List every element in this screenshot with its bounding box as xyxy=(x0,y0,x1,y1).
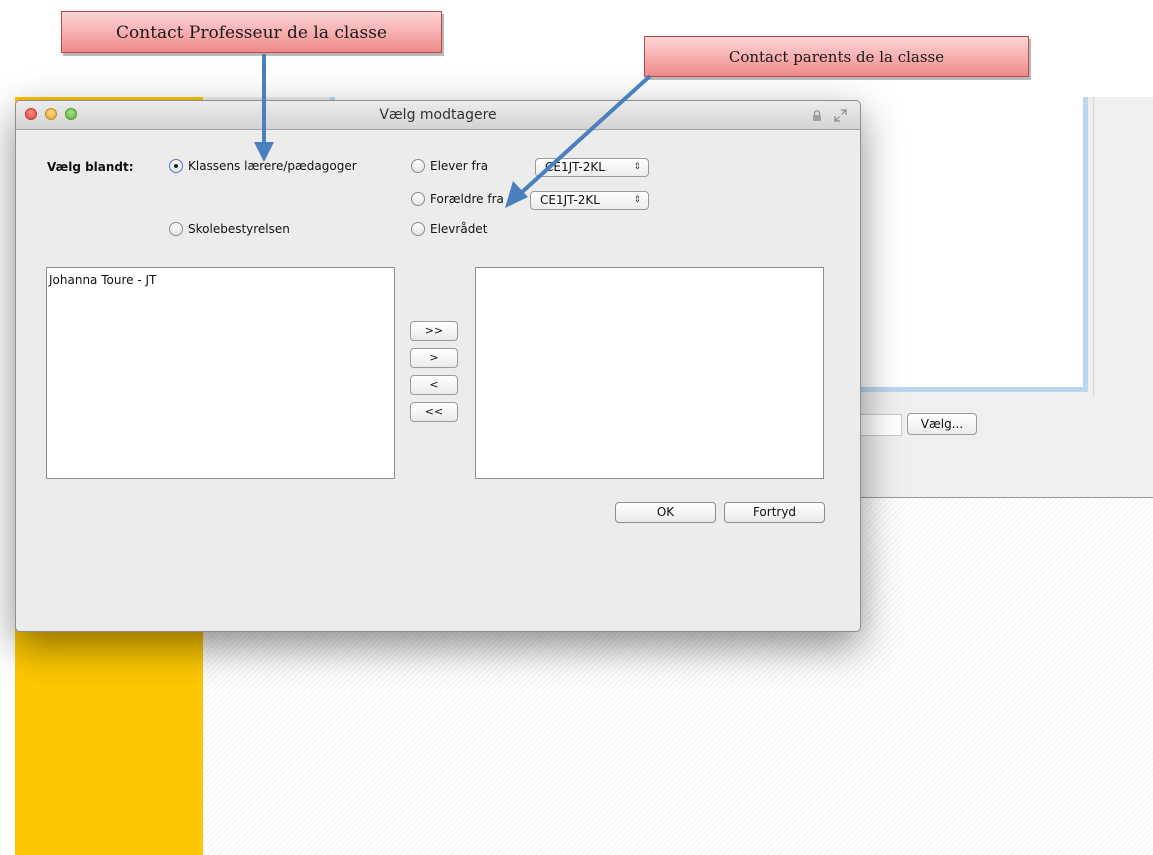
remove-all-button[interactable]: << xyxy=(410,402,458,422)
fullscreen-icon[interactable] xyxy=(834,109,847,122)
radio-student-council[interactable]: Elevrådet xyxy=(411,222,487,236)
dialog-titlebar[interactable]: Vælg modtagere xyxy=(16,101,860,130)
choose-recipients-button[interactable]: Vælg... xyxy=(907,413,977,435)
updown-caret-icon: ⇕ xyxy=(633,162,641,172)
radio-unchecked-icon[interactable] xyxy=(411,192,425,206)
radio-checked-icon[interactable] xyxy=(169,159,183,173)
students-class-value: CE1JT-2KL xyxy=(545,160,605,174)
content-frame-edge xyxy=(1085,97,1094,397)
available-recipients-list[interactable]: Johanna Toure - JT xyxy=(46,267,395,479)
choose-recipients-dialog: Vælg modtagere Vælg blandt: Klassens lær… xyxy=(15,100,861,632)
teacher-callout: Contact Professeur de la classe xyxy=(61,11,442,53)
add-all-button[interactable]: >> xyxy=(410,321,458,341)
radio-student-council-label: Elevrådet xyxy=(430,222,488,236)
parents-class-select[interactable]: CE1JT-2KL ⇕ xyxy=(530,191,649,210)
lock-icon xyxy=(813,110,821,121)
radio-unchecked-icon[interactable] xyxy=(169,222,183,236)
radio-school-board-label: Skolebestyrelsen xyxy=(188,222,290,236)
parents-callout: Contact parents de la classe xyxy=(644,36,1029,77)
remove-button[interactable]: < xyxy=(410,375,458,395)
radio-school-board[interactable]: Skolebestyrelsen xyxy=(169,222,290,236)
radio-class-teachers-label: Klassens lærere/pædagoger xyxy=(188,159,357,173)
cancel-button[interactable]: Fortryd xyxy=(724,502,825,523)
add-button[interactable]: > xyxy=(410,348,458,368)
radio-unchecked-icon[interactable] xyxy=(411,222,425,236)
radio-students-from[interactable]: Elever fra xyxy=(411,159,488,173)
recipient-input[interactable] xyxy=(854,414,902,436)
radio-class-teachers[interactable]: Klassens lærere/pædagoger xyxy=(169,159,357,173)
radio-students-from-label: Elever fra xyxy=(430,159,489,173)
parents-class-value: CE1JT-2KL xyxy=(540,193,600,207)
selected-recipients-list[interactable] xyxy=(475,267,824,479)
radio-parents-from-label: Forældre fra xyxy=(430,192,504,206)
dialog-title: Vælg modtagere xyxy=(379,107,497,123)
list-item[interactable]: Johanna Toure - JT xyxy=(47,268,394,287)
radio-unchecked-icon[interactable] xyxy=(411,159,425,173)
students-class-select[interactable]: CE1JT-2KL ⇕ xyxy=(535,158,649,177)
choose-among-label: Vælg blandt: xyxy=(47,160,134,174)
ok-button[interactable]: OK xyxy=(615,502,716,523)
radio-parents-from[interactable]: Forældre fra xyxy=(411,192,504,206)
updown-caret-icon: ⇕ xyxy=(633,195,641,205)
